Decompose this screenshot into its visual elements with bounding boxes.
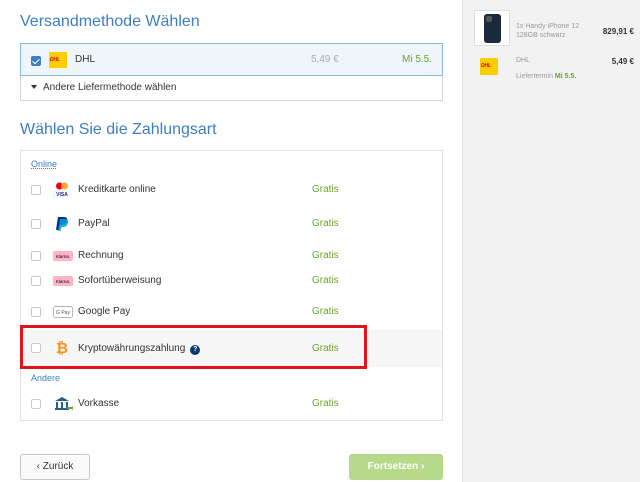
chevron-right-icon: › xyxy=(421,461,425,472)
shipping-box: DHL 5,49 € Mi 5.5. Andere Liefermethode … xyxy=(20,43,443,101)
product-price: 829,91 € xyxy=(602,27,634,36)
paypal-icon xyxy=(53,215,71,233)
product-thumbnail xyxy=(474,10,510,46)
svg-text:VISA: VISA xyxy=(56,192,68,198)
chevron-left-icon: ‹ xyxy=(36,461,40,472)
shipping-title: Versandmethode Wählen xyxy=(20,13,200,30)
checkout-main: Versandmethode Wählen DHL 5,49 € Mi 5.5.… xyxy=(0,0,462,482)
payment-box: Online VISA Kreditkarte online Gratis Pa… xyxy=(20,150,443,421)
payment-checkbox[interactable] xyxy=(31,399,41,409)
payment-name: PayPal xyxy=(78,218,110,229)
payment-checkbox[interactable] xyxy=(31,219,41,229)
payment-cost: Gratis xyxy=(312,184,339,195)
svg-text:Klarna.: Klarna. xyxy=(56,279,70,284)
shipping-price: 5,49 € xyxy=(311,54,339,65)
payment-option-paypal[interactable]: PayPal Gratis xyxy=(21,207,442,241)
help-icon[interactable]: ? xyxy=(190,345,201,355)
payment-checkbox[interactable] xyxy=(31,276,41,286)
sidebar-shipping-price: 5,49 € xyxy=(611,57,634,66)
payment-name: Vorkasse xyxy=(78,398,120,409)
group-label-other: Andere xyxy=(31,373,61,383)
klarna-icon: Klarna. xyxy=(53,247,73,265)
klarna-icon: Klarna. xyxy=(53,272,73,290)
phone-icon xyxy=(484,14,501,43)
continue-button[interactable]: Fortsetzen › xyxy=(349,454,443,480)
payment-checkbox[interactable] xyxy=(31,343,41,353)
google-pay-icon: G Pay xyxy=(53,303,73,321)
payment-cost: Gratis xyxy=(312,218,339,229)
shipping-option-dhl[interactable]: DHL 5,49 € Mi 5.5. xyxy=(20,43,443,76)
sidebar-shipping-name: DHL xyxy=(516,57,531,64)
other-shipping-label: Andere Liefermethode wählen xyxy=(43,82,177,93)
sidebar-delivery-date: Liefertermin Mi 5.5. xyxy=(516,73,576,80)
svg-text:G Pay: G Pay xyxy=(56,310,70,316)
other-shipping-toggle[interactable]: Andere Liefermethode wählen xyxy=(31,82,176,93)
dhl-logo-icon xyxy=(480,58,498,75)
payment-name: Rechnung xyxy=(78,250,124,261)
delivery-date-label: Liefertermin xyxy=(516,73,553,80)
credit-card-icon: VISA xyxy=(53,181,71,199)
payment-option-prepayment[interactable]: Vorkasse Gratis xyxy=(21,387,442,421)
payment-option-sofort[interactable]: Klarna. Sofortüberweisung Gratis xyxy=(21,264,442,298)
payment-checkbox[interactable] xyxy=(31,251,41,261)
caret-down-icon xyxy=(31,85,37,89)
payment-title: Wählen Sie die Zahlungsart xyxy=(20,121,217,138)
shipping-name: DHL xyxy=(75,54,96,65)
payment-cost: Gratis xyxy=(312,343,339,354)
payment-cost: Gratis xyxy=(312,306,339,317)
bank-transfer-icon xyxy=(53,395,73,413)
payment-name-wrap: Kryptowährungszahlung? xyxy=(78,343,201,355)
shipping-checkbox[interactable] xyxy=(31,56,41,66)
payment-option-googlepay[interactable]: G Pay Google Pay Gratis xyxy=(21,295,442,329)
back-button[interactable]: ‹ Zurück xyxy=(20,454,90,480)
payment-checkbox[interactable] xyxy=(31,307,41,317)
continue-button-label: Fortsetzen xyxy=(367,461,419,472)
payment-cost: Gratis xyxy=(312,250,339,261)
svg-text:Klarna.: Klarna. xyxy=(56,254,70,259)
dhl-logo-icon xyxy=(49,52,67,68)
delivery-date-value: Mi 5.5. xyxy=(554,73,577,80)
back-button-label: Zurück xyxy=(42,461,74,472)
payment-name: Sofortüberweisung xyxy=(78,275,162,286)
payment-option-crypto[interactable]: ₿ Kryptowährungszahlung? Gratis xyxy=(21,330,442,367)
payment-cost: Gratis xyxy=(312,275,339,286)
product-name: 1x Handy iPhone 12 128GB schwarz xyxy=(516,23,580,39)
bitcoin-icon: ₿ xyxy=(53,339,71,357)
payment-name: Kryptowährungszahlung xyxy=(78,343,186,354)
payment-name: Kreditkarte online xyxy=(78,184,156,195)
svg-text:₿: ₿ xyxy=(56,340,68,357)
payment-cost: Gratis xyxy=(312,398,339,409)
shipping-date: Mi 5.5. xyxy=(401,54,432,65)
payment-name: Google Pay xyxy=(78,306,131,317)
group-label-online: Online xyxy=(31,159,58,169)
payment-checkbox[interactable] xyxy=(31,185,41,195)
payment-option-creditcard[interactable]: VISA Kreditkarte online Gratis xyxy=(21,173,442,207)
